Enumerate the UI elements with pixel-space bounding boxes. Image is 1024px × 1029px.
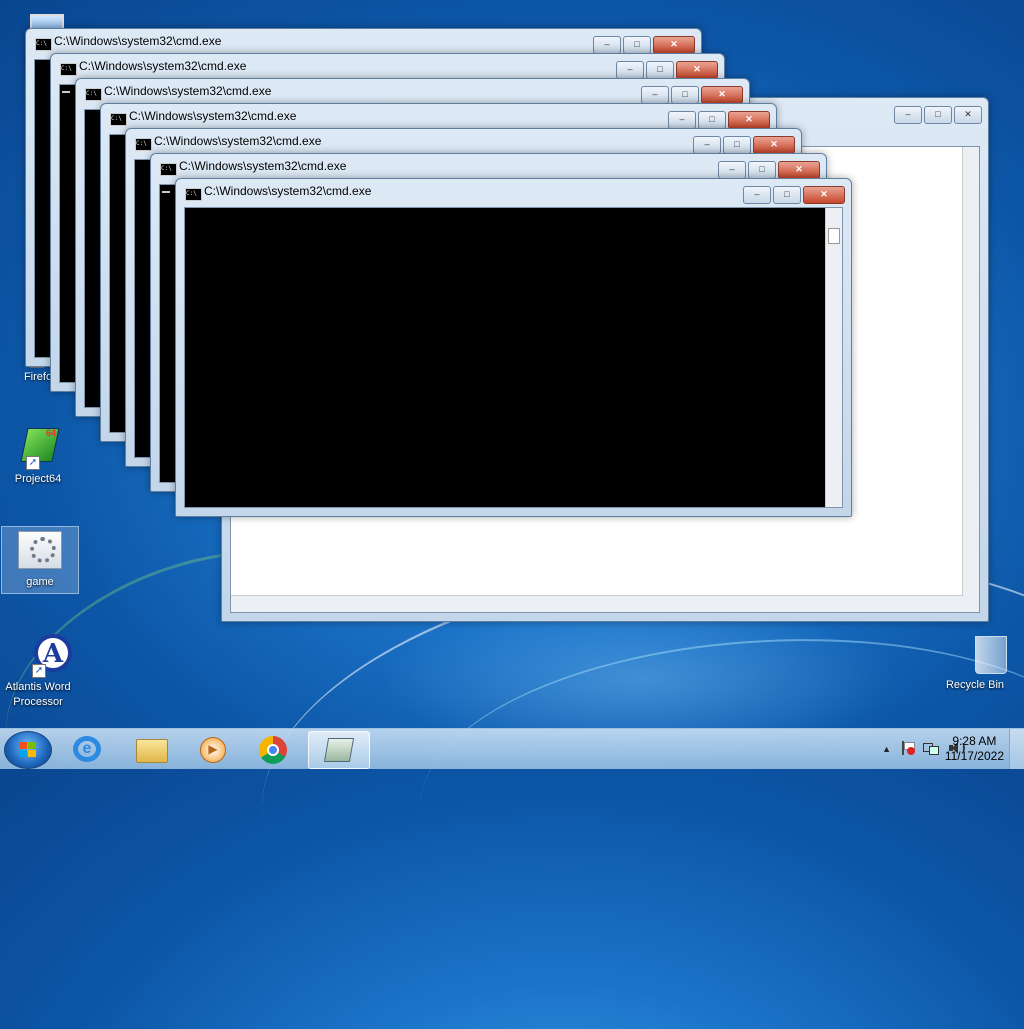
cmd-icon: C:\ [185, 188, 202, 201]
desktop-icon-label: Recycle Bin [945, 679, 1005, 691]
minimize-button[interactable]: ‒ [894, 106, 922, 124]
media-player-icon: ▶ [200, 737, 226, 763]
gear-app-icon [18, 529, 62, 573]
minimize-button[interactable]: ‒ [743, 186, 771, 204]
maximize-button[interactable]: □ [773, 186, 801, 204]
recycle-bin-icon [953, 632, 1007, 676]
horizontal-scrollbar[interactable] [231, 595, 963, 612]
desktop-icon-label: Project64 [14, 473, 62, 485]
shortcut-arrow-icon: ➚ [26, 456, 40, 470]
desktop-icon-label: Atlantis Word Processor [5, 681, 71, 708]
close-button[interactable]: ✕ [778, 161, 820, 179]
folder-icon [136, 739, 168, 763]
taskbar-cmd[interactable] [308, 731, 370, 769]
maximize-button[interactable]: □ [748, 161, 776, 179]
start-button[interactable] [4, 731, 52, 769]
window-title: C:\Windows\system32\cmd.exe [204, 184, 372, 198]
atlantis-icon: A ➚ [16, 634, 72, 678]
window-controls: ‒ □ ✕ [614, 61, 718, 79]
cmd-icon: C:\ [110, 113, 127, 126]
clock[interactable]: 9:28 AM 11/17/2022 [945, 734, 1004, 764]
taskbar: e ▶ ▲ 9:28 AM 11/17/2022 [0, 728, 1024, 769]
close-button[interactable]: ✕ [753, 136, 795, 154]
taskbar-file-explorer[interactable] [120, 731, 180, 767]
maximize-button[interactable]: □ [623, 36, 651, 54]
window-controls: ‒ □ ✕ [691, 136, 795, 154]
window-controls: ‒ □ ✕ [666, 111, 770, 129]
close-button[interactable]: ✕ [653, 36, 695, 54]
window-controls: ‒ □ ✕ [716, 161, 820, 179]
desktop-icon-project64[interactable]: 64 ➚ Project64 [0, 424, 76, 487]
scrollbar-thumb[interactable] [828, 228, 840, 244]
clock-date: 11/17/2022 [944, 749, 1004, 763]
show-hidden-icons-button[interactable]: ▲ [882, 741, 891, 755]
window-title: C:\Windows\system32\cmd.exe [54, 34, 222, 48]
minimize-button[interactable]: ‒ [693, 136, 721, 154]
cmd-icon: C:\ [135, 138, 152, 151]
show-desktop-button[interactable] [1009, 729, 1024, 769]
vertical-scrollbar[interactable] [825, 208, 842, 507]
action-center-flag-icon[interactable] [900, 741, 915, 755]
window-title: C:\Windows\system32\cmd.exe [79, 59, 247, 73]
minimize-button[interactable]: ‒ [718, 161, 746, 179]
maximize-button[interactable]: □ [698, 111, 726, 129]
window-title: C:\Windows\system32\cmd.exe [154, 134, 322, 148]
desktop-icon-atlantis[interactable]: A ➚ Atlantis Word Processor [0, 632, 76, 710]
desktop-icon-recycle-bin[interactable]: Recycle Bin [937, 630, 1013, 693]
window-controls: ‒ □ ✕ [639, 86, 743, 104]
console-area[interactable] [184, 207, 843, 508]
cmd-icon: C:\ [35, 38, 52, 51]
cmd-stack-icon [323, 738, 355, 762]
cmd-icon: C:\ [60, 63, 77, 76]
window-controls: ‒ □ ✕ [741, 186, 845, 204]
window-controls: ‒ □ ✕ [591, 36, 695, 54]
close-button[interactable]: ✕ [701, 86, 743, 104]
close-button[interactable]: ✕ [728, 111, 770, 129]
close-button[interactable]: ✕ [803, 186, 845, 204]
minimize-button[interactable]: ‒ [668, 111, 696, 129]
window-title: C:\Windows\system32\cmd.exe [179, 159, 347, 173]
cmd-icon: C:\ [85, 88, 102, 101]
maximize-button[interactable]: □ [671, 86, 699, 104]
maximize-button[interactable]: □ [924, 106, 952, 124]
taskbar-media-player[interactable]: ▶ [182, 731, 242, 767]
chrome-icon [259, 736, 287, 764]
project64-icon: 64 ➚ [16, 426, 60, 470]
minimize-button[interactable]: ‒ [616, 61, 644, 79]
text-cursor [162, 191, 170, 193]
cmd-icon: C:\ [160, 163, 177, 176]
taskbar-chrome[interactable] [244, 731, 304, 767]
desktop-icon-label: game [26, 576, 54, 588]
ie-icon: e [73, 736, 101, 762]
clock-time: 9:28 AM [952, 734, 997, 748]
network-icon[interactable] [923, 741, 939, 755]
windows-logo-icon [19, 742, 37, 758]
desktop-icon-game[interactable]: game [1, 526, 79, 594]
close-button[interactable]: ✕ [676, 61, 718, 79]
taskbar-internet-explorer[interactable]: e [58, 731, 118, 767]
vertical-scrollbar[interactable] [962, 147, 979, 612]
close-button[interactable]: ✕ [954, 106, 982, 124]
window-controls: ‒ □ ✕ [892, 106, 982, 124]
shortcut-arrow-icon: ➚ [32, 664, 46, 678]
minimize-button[interactable]: ‒ [641, 86, 669, 104]
text-cursor [62, 91, 70, 93]
maximize-button[interactable]: □ [646, 61, 674, 79]
window-title: C:\Windows\system32\cmd.exe [104, 84, 272, 98]
cmd-window-7[interactable]: C:\ C:\Windows\system32\cmd.exe ‒ □ ✕ [175, 178, 852, 517]
maximize-button[interactable]: □ [723, 136, 751, 154]
window-title: C:\Windows\system32\cmd.exe [129, 109, 297, 123]
minimize-button[interactable]: ‒ [593, 36, 621, 54]
